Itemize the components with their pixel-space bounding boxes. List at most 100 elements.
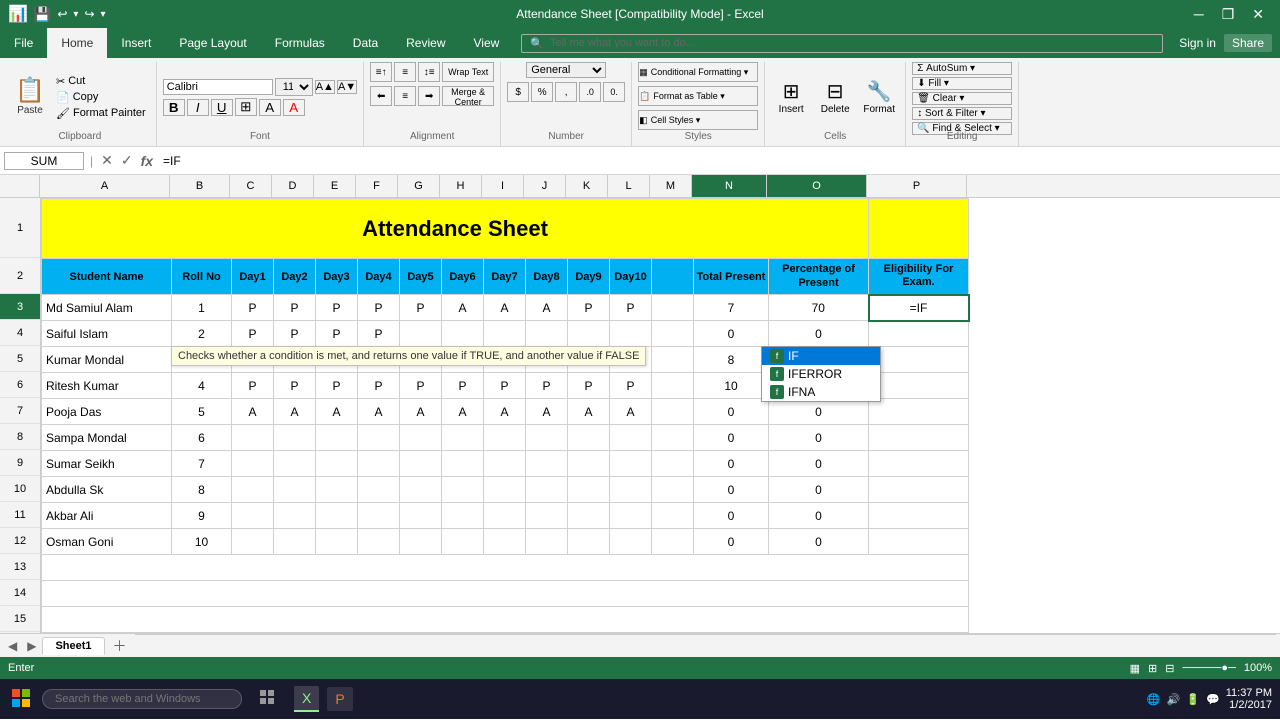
cell-J12[interactable] xyxy=(526,529,568,555)
cell-N6[interactable]: 10 xyxy=(694,373,769,399)
cell-B6[interactable]: 4 xyxy=(172,373,232,399)
tab-insert[interactable]: Insert xyxy=(107,28,165,58)
font-size-select[interactable]: 11 xyxy=(275,78,313,96)
redo-icon[interactable]: ↪ xyxy=(84,7,94,21)
cell-G4[interactable] xyxy=(400,321,442,347)
autocomplete-item-ifna[interactable]: f IFNA xyxy=(762,383,880,401)
taskbar-datetime[interactable]: 11:37 PM 1/2/2017 xyxy=(1226,687,1272,711)
col-header-M[interactable]: M xyxy=(650,175,692,197)
cell-C11[interactable] xyxy=(232,503,274,529)
cell-F12[interactable] xyxy=(358,529,400,555)
tell-me-search[interactable]: 🔍 Tell me what you want to do... xyxy=(521,34,1163,53)
cell-D7[interactable]: A xyxy=(274,399,316,425)
cell-I12[interactable] xyxy=(484,529,526,555)
header-roll-no[interactable]: Roll No xyxy=(172,259,232,295)
cell-C3[interactable]: P xyxy=(232,295,274,321)
header-day3[interactable]: Day3 xyxy=(316,259,358,295)
cell-B3[interactable]: 1 xyxy=(172,295,232,321)
function-wizard-icon[interactable]: fx xyxy=(139,153,155,169)
header-student-name[interactable]: Student Name xyxy=(42,259,172,295)
conditional-formatting-button[interactable]: ▦ Conditional Formatting ▾ xyxy=(638,62,758,82)
align-top-left-button[interactable]: ≡↑ xyxy=(370,62,392,82)
col-header-C[interactable]: C xyxy=(230,175,272,197)
cell-G6[interactable]: P xyxy=(400,373,442,399)
cell-L4[interactable] xyxy=(610,321,652,347)
autocomplete-item-if[interactable]: f IF xyxy=(762,347,880,365)
row-num-3[interactable]: 3 xyxy=(0,294,40,320)
cell-B4[interactable]: 2 xyxy=(172,321,232,347)
formula-input[interactable] xyxy=(159,154,1276,168)
header-total-present[interactable]: Total Present xyxy=(694,259,769,295)
cell-F7[interactable]: A xyxy=(358,399,400,425)
cell-M5[interactable] xyxy=(652,347,694,373)
cell-A8[interactable]: Sampa Mondal xyxy=(42,425,172,451)
cell-O3[interactable]: 70 xyxy=(769,295,869,321)
cell-G9[interactable] xyxy=(400,451,442,477)
cell-O3-active[interactable]: =IF xyxy=(869,295,969,321)
title-cell[interactable]: Attendance Sheet xyxy=(42,199,869,259)
undo-icon[interactable]: ↩ xyxy=(57,7,67,21)
cell-F8[interactable] xyxy=(358,425,400,451)
increase-font-button[interactable]: A▲ xyxy=(315,80,335,94)
cell-P8[interactable] xyxy=(869,425,969,451)
tab-view[interactable]: View xyxy=(460,28,514,58)
merge-center-button[interactable]: Merge & Center xyxy=(442,86,494,106)
cell-N4[interactable]: 0 xyxy=(694,321,769,347)
cell-O11[interactable]: 0 xyxy=(769,503,869,529)
cell-K12[interactable] xyxy=(568,529,610,555)
cell-I10[interactable] xyxy=(484,477,526,503)
col-header-A[interactable]: A xyxy=(40,175,170,197)
zoom-slider[interactable]: ─────●─ xyxy=(1182,662,1235,674)
italic-button[interactable]: I xyxy=(187,99,209,116)
cell-A4[interactable]: Saiful Islam xyxy=(42,321,172,347)
cell-C12[interactable] xyxy=(232,529,274,555)
taskbar-excel-app[interactable]: X xyxy=(294,686,319,712)
cell-J6[interactable]: P xyxy=(526,373,568,399)
cell-K7[interactable]: A xyxy=(568,399,610,425)
customize-icon[interactable]: ▾ xyxy=(101,9,106,20)
col-header-H[interactable]: H xyxy=(440,175,482,197)
cell-E8[interactable] xyxy=(316,425,358,451)
cell-O9[interactable]: 0 xyxy=(769,451,869,477)
cell-p1[interactable] xyxy=(869,199,969,259)
col-header-P[interactable]: P xyxy=(867,175,967,197)
header-day10[interactable]: Day10 xyxy=(610,259,652,295)
cell-C10[interactable] xyxy=(232,477,274,503)
cell-row13[interactable] xyxy=(42,555,969,581)
row-num-7[interactable]: 7 xyxy=(0,398,40,424)
cell-H9[interactable] xyxy=(442,451,484,477)
fill-color-button[interactable]: A xyxy=(259,99,281,116)
cell-A6[interactable]: Ritesh Kumar xyxy=(42,373,172,399)
format-painter-button[interactable]: 🖌 Format Painter xyxy=(52,106,150,121)
col-header-N[interactable]: N xyxy=(692,175,767,197)
header-day7[interactable]: Day7 xyxy=(484,259,526,295)
cell-G11[interactable] xyxy=(400,503,442,529)
header-day5[interactable]: Day5 xyxy=(400,259,442,295)
cell-N8[interactable]: 0 xyxy=(694,425,769,451)
cell-D10[interactable] xyxy=(274,477,316,503)
close-button[interactable]: ✕ xyxy=(1244,4,1272,25)
cell-H3[interactable]: A xyxy=(442,295,484,321)
cell-N11[interactable]: 0 xyxy=(694,503,769,529)
cell-D8[interactable] xyxy=(274,425,316,451)
col-header-I[interactable]: I xyxy=(482,175,524,197)
cell-I3[interactable]: A xyxy=(484,295,526,321)
col-header-G[interactable]: G xyxy=(398,175,440,197)
cell-P7[interactable] xyxy=(869,399,969,425)
cell-A9[interactable]: Sumar Seikh xyxy=(42,451,172,477)
currency-button[interactable]: $ xyxy=(507,82,529,102)
col-header-B[interactable]: B xyxy=(170,175,230,197)
wrap-text-button[interactable]: Wrap Text xyxy=(442,62,494,82)
cell-J3[interactable]: A xyxy=(526,295,568,321)
cell-K11[interactable] xyxy=(568,503,610,529)
header-day1[interactable]: Day1 xyxy=(232,259,274,295)
format-button[interactable]: 🔧 Format xyxy=(859,77,899,117)
copy-button[interactable]: 📄 Copy xyxy=(52,90,150,105)
cell-E11[interactable] xyxy=(316,503,358,529)
cell-A3[interactable]: Md Samiul Alam xyxy=(42,295,172,321)
name-box[interactable] xyxy=(4,152,84,170)
cell-row15[interactable] xyxy=(42,607,969,633)
cell-J9[interactable] xyxy=(526,451,568,477)
cell-I6[interactable]: P xyxy=(484,373,526,399)
cell-L7[interactable]: A xyxy=(610,399,652,425)
